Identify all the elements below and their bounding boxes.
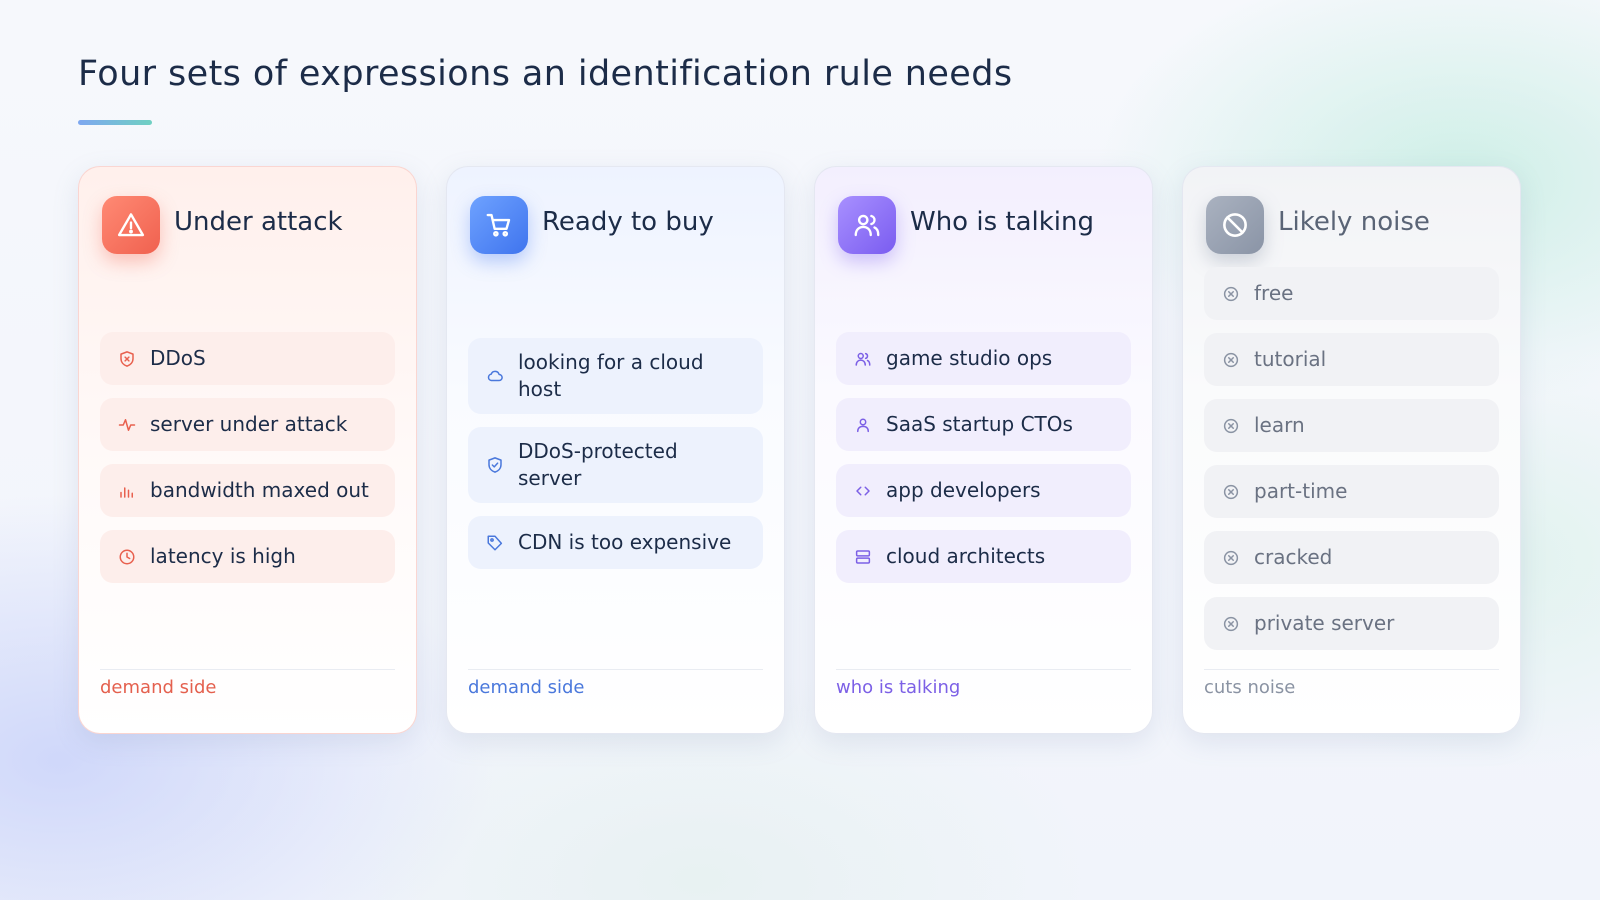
shield-x-icon (118, 350, 136, 368)
card-grid: Under attack DDoS server under attack ba… (78, 166, 1521, 734)
price-tag-icon (486, 534, 504, 552)
x-circle-icon (1222, 549, 1240, 567)
x-circle-icon (1222, 417, 1240, 435)
expression-list: DDoS server under attack bandwidth maxed… (100, 332, 395, 583)
card-who-is-talking: Who is talking game studio ops SaaS star… (814, 166, 1153, 734)
server-icon (854, 548, 872, 566)
expression-list: game studio ops SaaS startup CTOs app de… (836, 332, 1131, 583)
card-footer-tag: cuts noise (1204, 677, 1296, 698)
list-item-label: cracked (1254, 545, 1333, 569)
expression-list: free tutorial learn part-time cracked pr… (1204, 267, 1499, 650)
list-item: DDoS-protected server (468, 427, 763, 503)
code-icon (854, 482, 872, 500)
card-divider (836, 669, 1131, 670)
activity-pulse-icon (118, 416, 136, 434)
list-item: tutorial (1204, 333, 1499, 386)
list-item: game studio ops (836, 332, 1131, 385)
title-underline (78, 120, 152, 125)
card-likely-noise: Likely noise free tutorial learn part-ti… (1182, 166, 1521, 734)
list-item-label: tutorial (1254, 347, 1327, 371)
user-icon (854, 416, 872, 434)
card-ready-to-buy: Ready to buy looking for a cloud host DD… (446, 166, 785, 734)
shield-check-icon (486, 456, 504, 474)
x-circle-icon (1222, 615, 1240, 633)
list-item-label: free (1254, 281, 1294, 305)
list-item: app developers (836, 464, 1131, 517)
card-title: Ready to buy (542, 207, 714, 237)
list-item: part-time (1204, 465, 1499, 518)
list-item-label: DDoS (150, 346, 206, 370)
list-item: CDN is too expensive (468, 516, 763, 569)
list-item-label: game studio ops (886, 346, 1053, 370)
expression-list: looking for a cloud host DDoS-protected … (468, 338, 763, 569)
clock-icon (118, 548, 136, 566)
bar-chart-icon (118, 482, 136, 500)
list-item-label: cloud architects (886, 544, 1046, 568)
card-footer-tag: demand side (468, 677, 585, 698)
list-item: bandwidth maxed out (100, 464, 395, 517)
card-divider (468, 669, 763, 670)
list-item: SaaS startup CTOs (836, 398, 1131, 451)
list-item: server under attack (100, 398, 395, 451)
list-item: cloud architects (836, 530, 1131, 583)
list-item-label: bandwidth maxed out (150, 478, 369, 502)
users-icon (854, 350, 872, 368)
list-item-label: learn (1254, 413, 1305, 437)
list-item-label: DDoS-protected server (518, 439, 678, 490)
list-item-label: private server (1254, 611, 1395, 635)
cloud-icon (486, 367, 504, 385)
list-item: cracked (1204, 531, 1499, 584)
card-title: Likely noise (1278, 207, 1430, 237)
card-divider (100, 669, 395, 670)
ban-icon (1206, 196, 1264, 254)
list-item-label: app developers (886, 478, 1041, 502)
list-item: learn (1204, 399, 1499, 452)
list-item-label: part-time (1254, 479, 1348, 503)
list-item: latency is high (100, 530, 395, 583)
list-item: free (1204, 267, 1499, 320)
x-circle-icon (1222, 351, 1240, 369)
shopping-cart-icon (470, 196, 528, 254)
card-title: Who is talking (910, 207, 1095, 237)
list-item: DDoS (100, 332, 395, 385)
list-item: private server (1204, 597, 1499, 650)
list-item-label: server under attack (150, 412, 348, 436)
page-title: Four sets of expressions an identificati… (78, 54, 1013, 94)
list-item: looking for a cloud host (468, 338, 763, 414)
users-icon (838, 196, 896, 254)
list-item-label: looking for a cloud host (518, 350, 704, 401)
warning-triangle-icon (102, 196, 160, 254)
list-item-label: CDN is too expensive (518, 530, 732, 554)
card-footer-tag: who is talking (836, 677, 961, 698)
x-circle-icon (1222, 285, 1240, 303)
card-footer-tag: demand side (100, 677, 217, 698)
x-circle-icon (1222, 483, 1240, 501)
list-item-label: latency is high (150, 544, 296, 568)
list-item-label: SaaS startup CTOs (886, 412, 1073, 436)
card-divider (1204, 669, 1499, 670)
card-title: Under attack (174, 207, 343, 237)
card-under-attack: Under attack DDoS server under attack ba… (78, 166, 417, 734)
